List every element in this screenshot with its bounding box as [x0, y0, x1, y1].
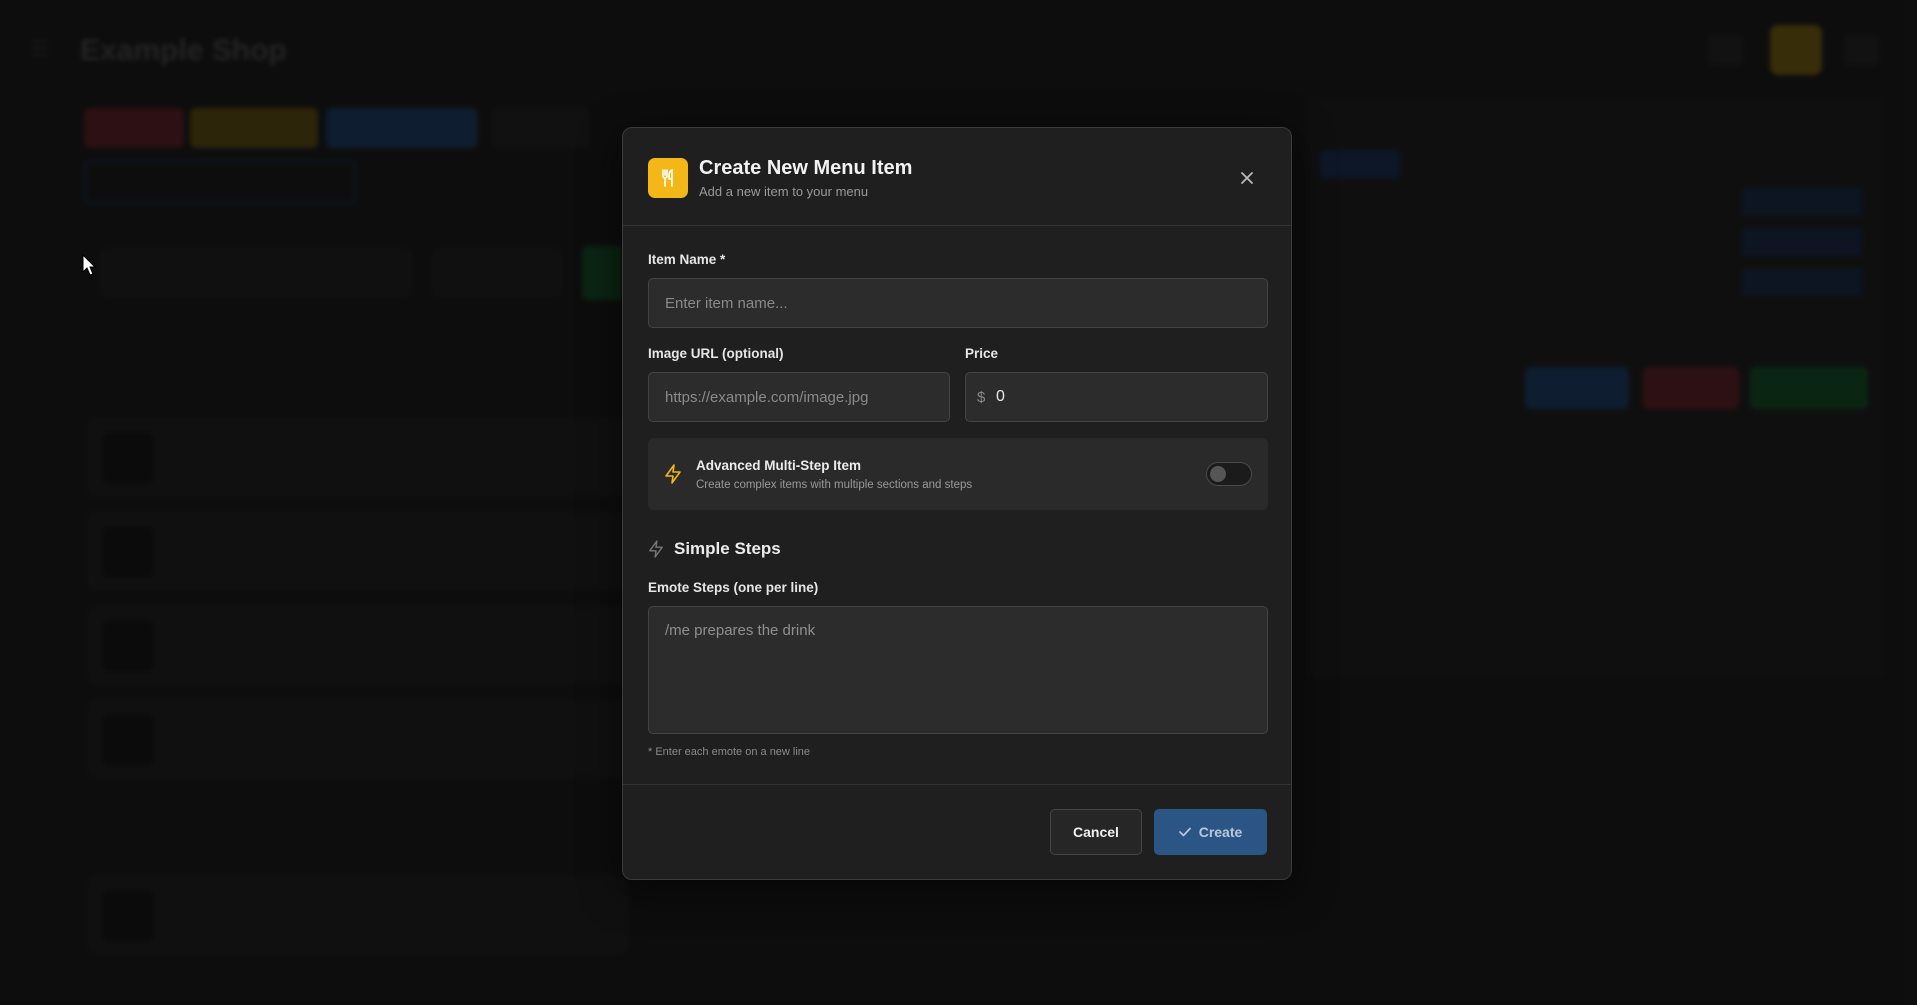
modal-footer: Cancel Create: [623, 784, 1291, 880]
item-name-input[interactable]: [648, 278, 1268, 328]
emote-steps-label: Emote Steps (one per line): [648, 580, 819, 595]
utensils-icon: [648, 158, 688, 198]
check-icon: [1178, 827, 1191, 837]
emote-steps-hint: * Enter each emote on a new line: [648, 746, 811, 758]
advanced-title: Advanced Multi-Step Item: [696, 458, 862, 473]
image-url-label: Image URL (optional): [648, 346, 784, 361]
close-icon: [1241, 172, 1253, 184]
item-name-label: Item Name *: [648, 252, 726, 267]
image-url-input[interactable]: [648, 372, 950, 422]
modal-header: Create New Menu Item Add a new item to y…: [623, 128, 1291, 226]
advanced-multistep-option: Advanced Multi-Step Item Create complex …: [648, 438, 1268, 510]
price-input[interactable]: [996, 373, 1266, 421]
price-label: Price: [965, 346, 999, 361]
close-button[interactable]: [1235, 166, 1259, 190]
price-field: $: [965, 372, 1268, 422]
toggle-knob: [1210, 466, 1226, 482]
create-button[interactable]: Create: [1154, 809, 1267, 855]
simple-steps-title: Simple Steps: [674, 539, 781, 558]
price-currency-prefix: $: [977, 389, 986, 406]
lightning-icon: [649, 540, 663, 558]
cancel-button[interactable]: Cancel: [1050, 809, 1142, 855]
mouse-cursor-icon: [82, 254, 96, 276]
modal-title: Create New Menu Item: [699, 157, 913, 179]
modal-subtitle: Add a new item to your menu: [699, 184, 869, 199]
emote-steps-textarea[interactable]: [648, 606, 1268, 734]
advanced-description: Create complex items with multiple secti…: [696, 479, 973, 491]
advanced-toggle[interactable]: [1206, 462, 1252, 486]
create-menu-item-modal: Create New Menu Item Add a new item to y…: [622, 127, 1292, 880]
create-button-label: Create: [1198, 824, 1243, 840]
lightning-icon: [665, 464, 681, 484]
